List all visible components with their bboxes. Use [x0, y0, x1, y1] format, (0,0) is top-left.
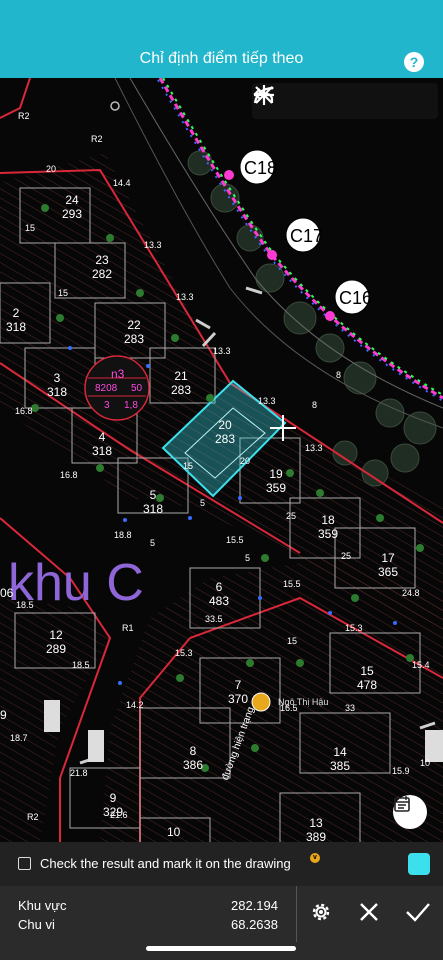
lot-label: 18 359	[318, 513, 339, 541]
lot-label: 24 293	[62, 193, 83, 221]
dim-label: 13.3	[176, 292, 194, 302]
lot-label: 14 385	[330, 745, 351, 773]
home-indicator	[146, 946, 296, 951]
dim-label: 13.3	[305, 443, 323, 453]
pole-label-c18: C18	[244, 158, 278, 178]
road-label: R2	[18, 111, 30, 121]
app-header: Chỉ định điểm tiếp theo ?	[0, 0, 443, 78]
lot-label: 21 283	[171, 369, 192, 397]
map-canvas[interactable]: C18 C17 C16 khu C n3 8208 50 3 1,8 24 293…	[0, 78, 443, 842]
perimeter-value: 68.2638	[231, 917, 278, 932]
vip-badge: v	[310, 853, 320, 863]
info-badge-value-a: 8208	[95, 383, 118, 394]
dim-label: 15	[183, 461, 194, 471]
dim-label: 20	[240, 456, 251, 466]
lot-label: 17 365	[378, 551, 399, 579]
dim-label: 15.5	[283, 579, 301, 589]
lot-label: 22 283	[124, 318, 145, 346]
lot-label: 15 478	[357, 664, 378, 692]
user-name-label: Ngô Thị Hậu	[278, 697, 329, 707]
lot-label-partial: 9	[0, 708, 7, 722]
lot-label: 3 318	[47, 371, 68, 399]
check-row: Check the result and mark it on the draw…	[0, 842, 443, 886]
dim-label: 33	[345, 703, 356, 713]
dim-label: 25	[286, 511, 297, 521]
lot-label: 5 318	[143, 488, 164, 516]
dim-label: 15.4	[412, 660, 430, 670]
mark-result-checkbox[interactable]	[18, 857, 31, 870]
info-badge-name: n3	[111, 367, 125, 381]
road-label: R2	[27, 812, 39, 822]
dim-label: 15	[25, 223, 36, 233]
color-swatch[interactable]	[408, 853, 430, 875]
lot-label-selected: 20 283	[215, 418, 236, 446]
dim-label: 18.8	[114, 530, 132, 540]
lot-label: 8 386	[183, 744, 204, 772]
lot-label: 13 389	[306, 816, 327, 842]
cancel-icon[interactable]	[358, 901, 380, 928]
perimeter-label: Chu vi	[18, 917, 55, 932]
dim-label: 25	[341, 551, 352, 561]
dim-label: 20	[46, 164, 57, 174]
calendar-icon[interactable]	[393, 795, 427, 829]
result-actions	[296, 886, 443, 942]
confirm-icon[interactable]	[405, 901, 431, 928]
info-badge-value-c: 3	[104, 400, 110, 411]
dim-label: 5	[200, 498, 206, 508]
lot-label: 10	[167, 825, 181, 839]
lot-label: 19 359	[266, 467, 287, 495]
lot-label: 2 318	[6, 306, 27, 334]
lot-label: 7 370	[228, 678, 249, 706]
lot-label: 4 318	[92, 430, 113, 458]
pole-label-c16: C16	[339, 288, 373, 308]
dim-label: 16.8	[15, 406, 33, 416]
dim-label: 5	[245, 553, 251, 563]
road-label: R1	[122, 623, 134, 633]
result-panel: Check the result and mark it on the draw…	[0, 842, 443, 960]
info-badge-value-b: 50	[131, 383, 143, 394]
close-icon[interactable]	[255, 85, 431, 117]
dim-label: 15	[58, 288, 69, 298]
drawing-toolbar	[252, 83, 438, 119]
area-label: Khu vực	[18, 898, 67, 913]
pole-label-c17: C17	[290, 226, 324, 246]
dim-label: 13.3	[144, 240, 162, 250]
dim-label: 5	[150, 538, 156, 548]
dim-label: 33.5	[205, 614, 223, 624]
dim-label: 14.2	[126, 700, 144, 710]
dim-label: 24.8	[402, 588, 420, 598]
lot-label: 6 483	[209, 580, 230, 608]
dim-label: 21.6	[110, 810, 128, 820]
dim-label: 15.9	[392, 766, 410, 776]
dim-label: 16.8	[60, 470, 78, 480]
page-title: Chỉ định điểm tiếp theo	[139, 50, 304, 67]
dim-label: 15.3	[175, 648, 193, 658]
question-mark-icon[interactable]: ?	[404, 52, 424, 72]
add-icon[interactable]	[254, 85, 384, 117]
dim-label: 15.5	[226, 535, 244, 545]
gear-icon[interactable]	[309, 900, 333, 929]
lot-label: 23 282	[92, 253, 113, 281]
info-badge-value-d: 1,8	[124, 400, 138, 411]
lot-label: 12 289	[46, 628, 67, 656]
dim-label: 18.7	[10, 733, 28, 743]
mark-result-label[interactable]: Check the result and mark it on the draw…	[40, 856, 291, 871]
dim-label: 13.3	[213, 346, 231, 356]
undo-icon[interactable]	[253, 85, 338, 117]
dim-label: 14.4	[113, 178, 131, 188]
dim-label: 18.5	[16, 600, 34, 610]
dim-label: 21.8	[70, 768, 88, 778]
dim-label: 13.3	[258, 396, 276, 406]
road-label: R2	[91, 134, 103, 144]
dim-label: 18.5	[72, 660, 90, 670]
dim-label: 15	[287, 636, 298, 646]
lot-label-partial: 06	[0, 586, 14, 600]
dim-label: 8	[312, 400, 318, 410]
area-value: 282.194	[231, 898, 278, 913]
dim-label: 8	[336, 370, 342, 380]
dim-label: 10	[420, 758, 431, 768]
dim-label: 15.3	[345, 623, 363, 633]
